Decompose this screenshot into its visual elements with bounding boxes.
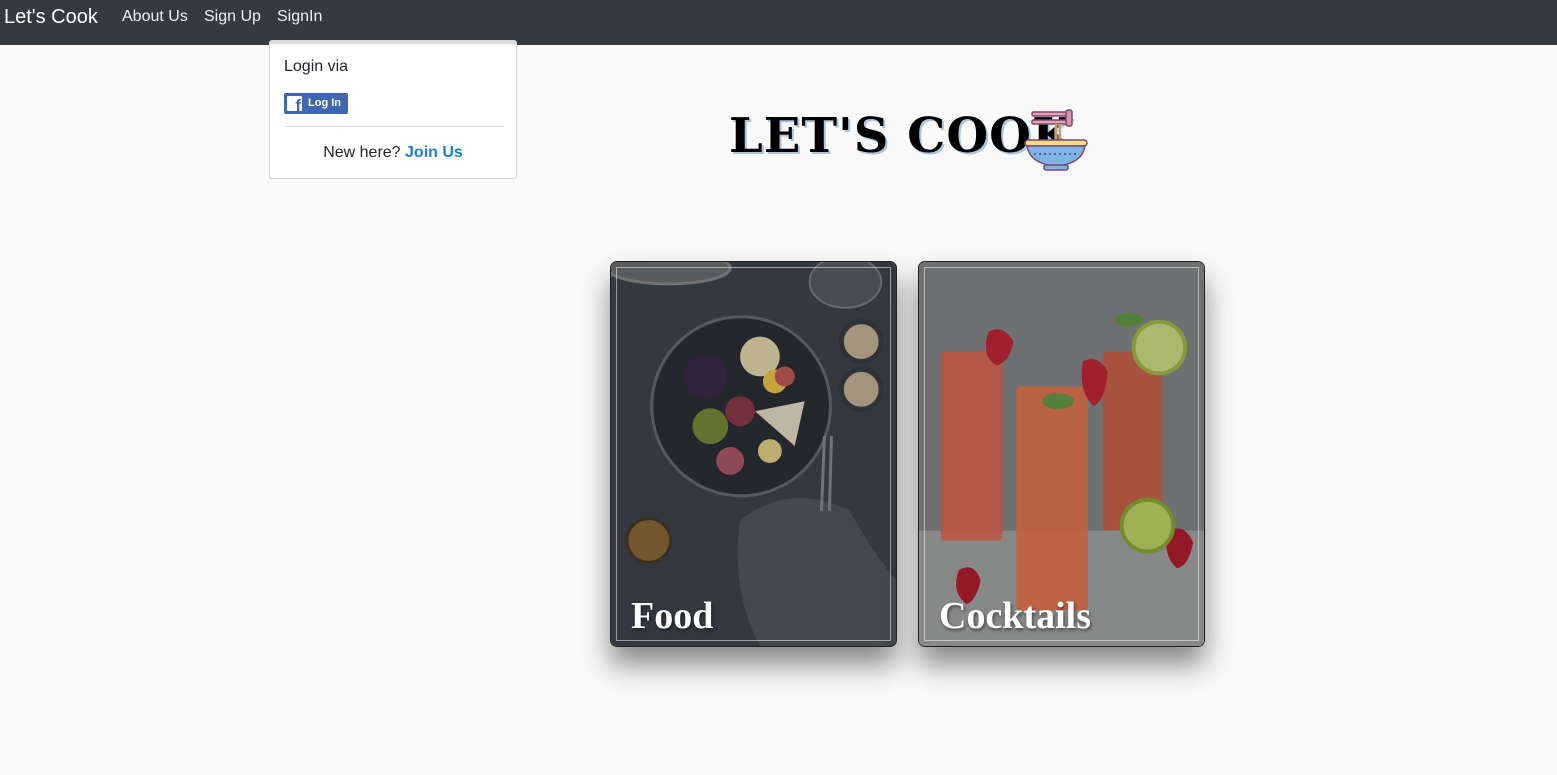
nav-sign-up[interactable]: Sign Up [204,8,261,26]
cocktails-card-frame [924,267,1199,641]
food-card-title: Food [631,595,714,637]
brand-link[interactable]: Let's Cook [4,6,98,29]
nav-about-us[interactable]: About Us [122,8,188,26]
new-here-text: New here? [323,144,401,161]
cocktails-card[interactable]: Cocktails [918,261,1205,647]
food-card-frame [616,267,891,641]
new-here-line: New here? Join Us [270,144,516,162]
join-us-link[interactable]: Join Us [405,144,463,161]
food-card[interactable]: Food [610,261,897,647]
login-dropdown: Login via f Log In New here? Join Us [269,40,517,179]
cocktails-card-title: Cocktails [939,595,1091,637]
dropdown-divider [284,126,504,127]
noodle-bowl-icon [1024,109,1088,171]
login-via-label: Login via [284,58,349,75]
nav-sign-in[interactable]: SignIn [277,8,322,26]
facebook-login-label: Log In [308,97,341,109]
facebook-icon: f [287,96,302,111]
facebook-login-button[interactable]: f Log In [284,93,348,114]
top-navbar: Let's Cook About Us Sign Up SignIn [0,0,1557,45]
